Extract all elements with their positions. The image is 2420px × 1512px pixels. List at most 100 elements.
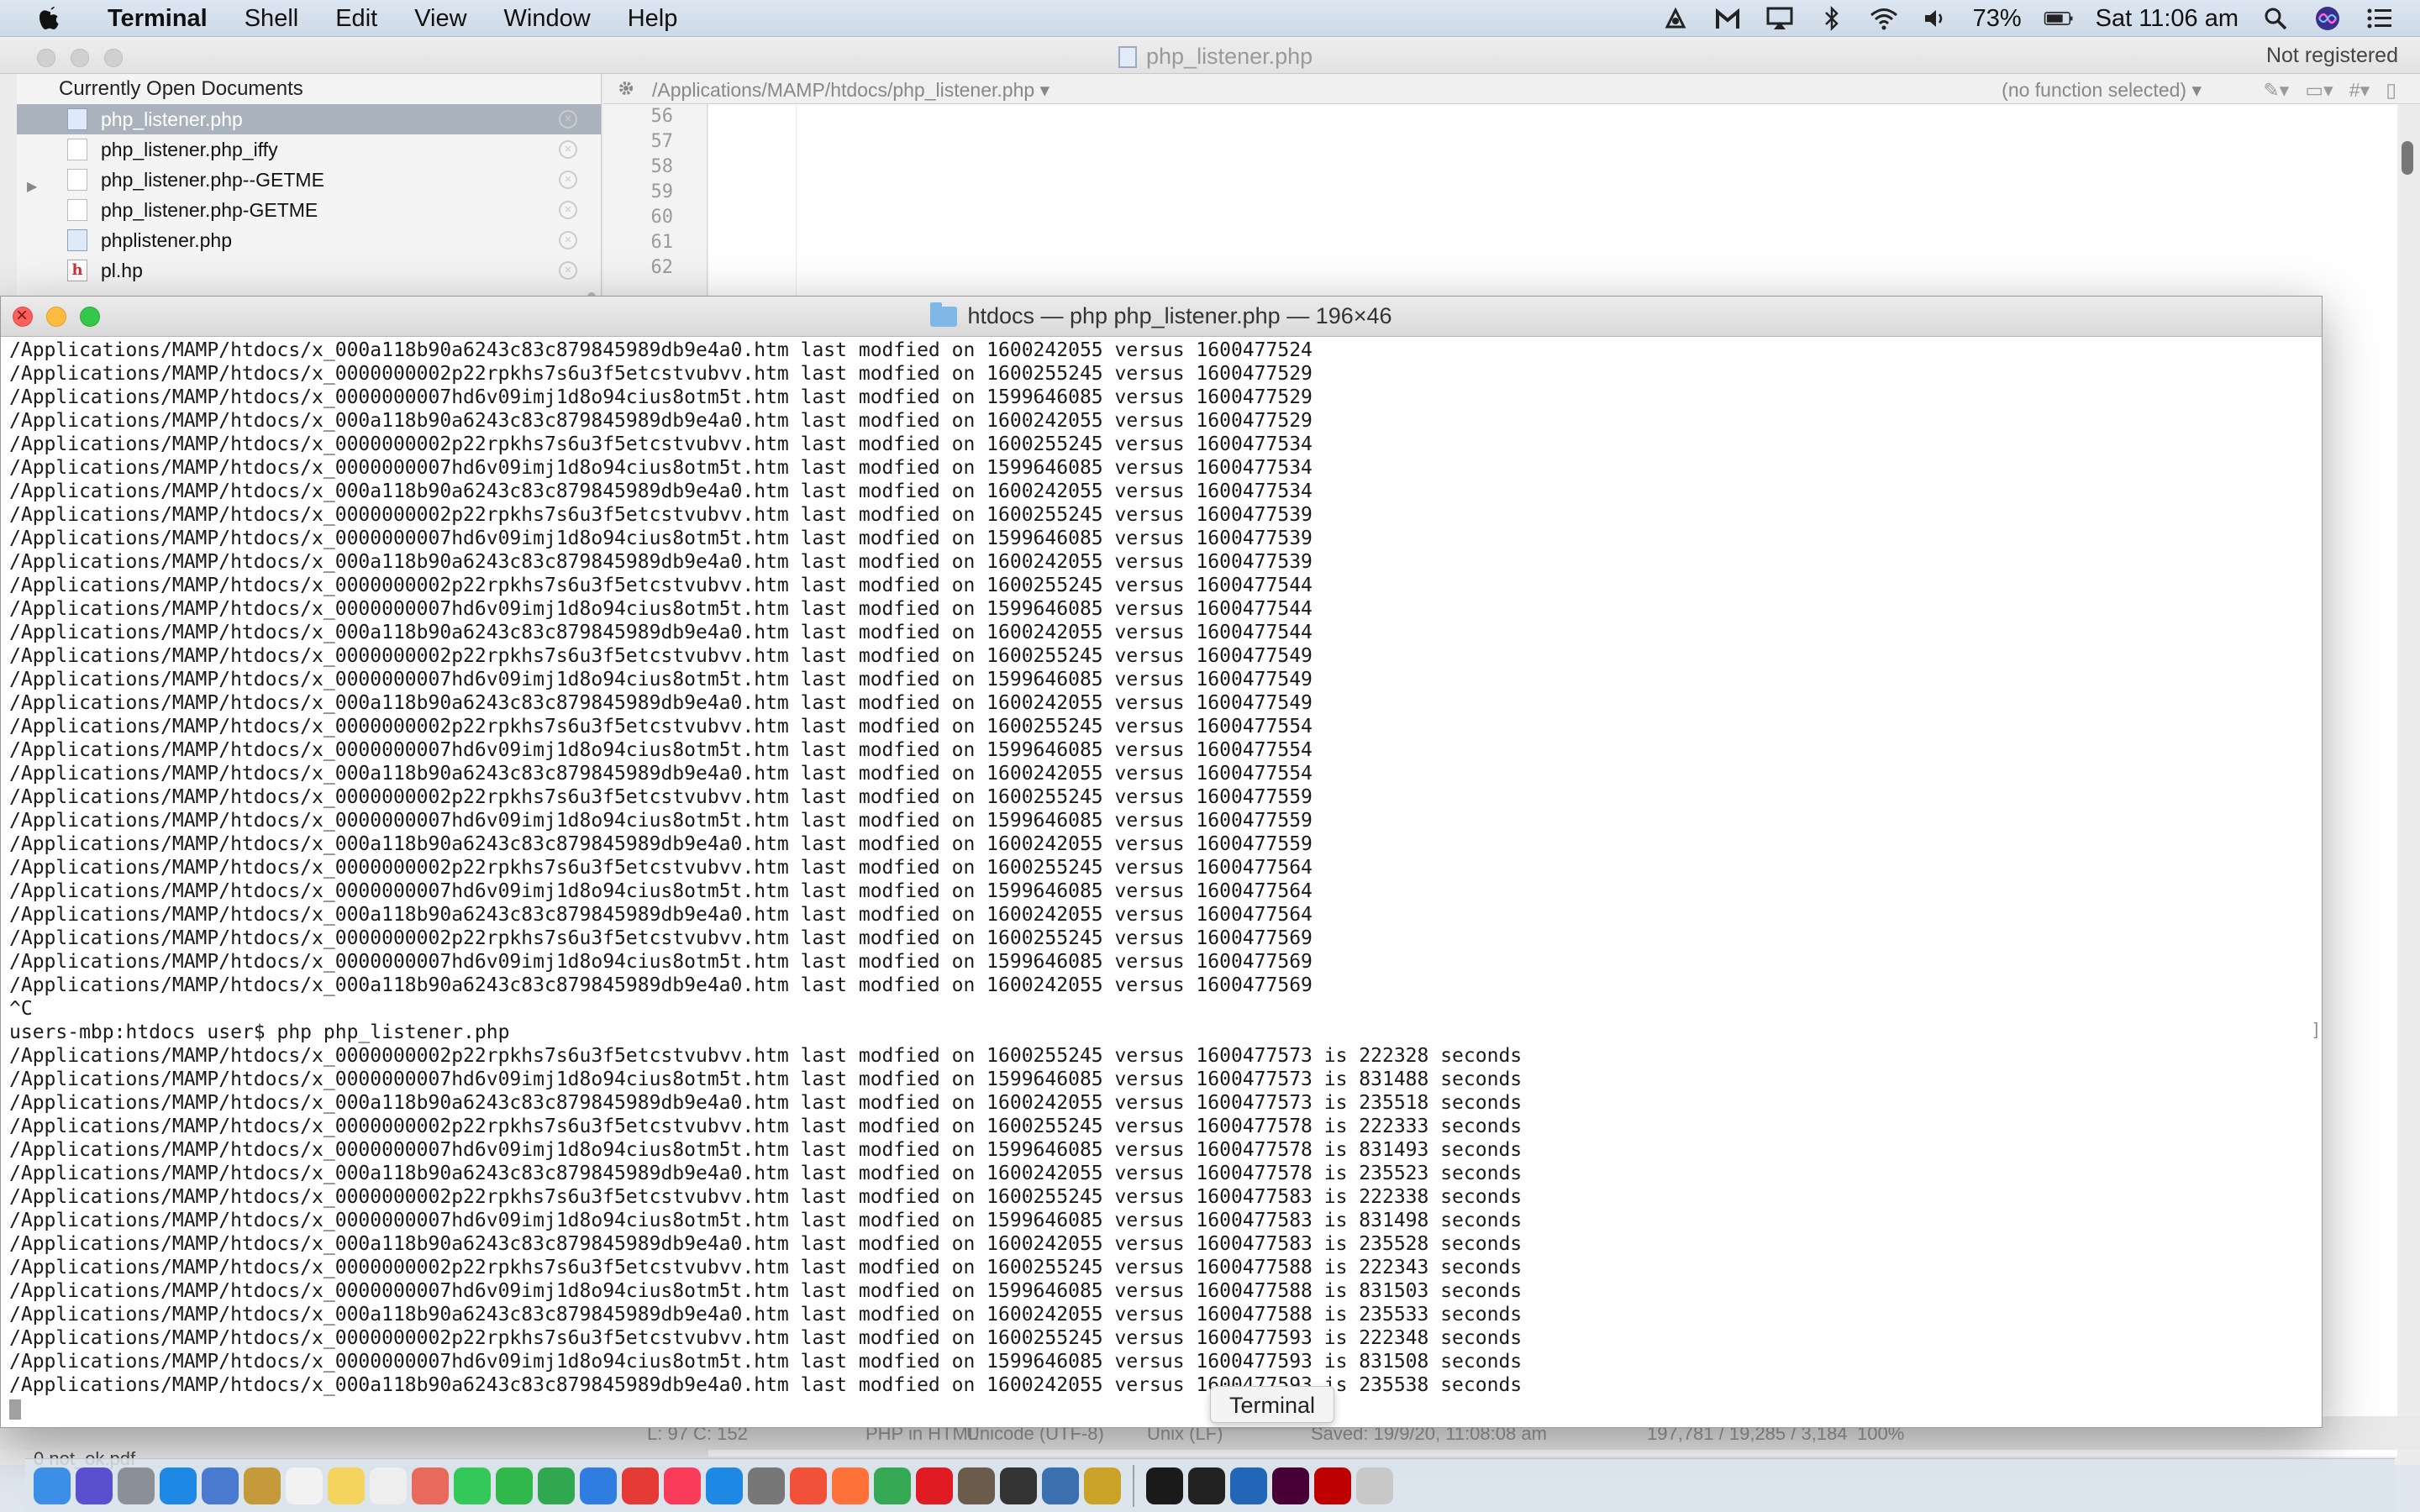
- malwarebytes-icon[interactable]: [1712, 3, 1743, 34]
- calendar-icon[interactable]: [286, 1467, 323, 1504]
- editor-minimize-button[interactable]: [71, 49, 89, 67]
- navbar-tool-icons[interactable]: ✎▾ ▭▾ #▾ ▯: [2263, 79, 2396, 102]
- dock-separator: [1133, 1464, 1134, 1507]
- gimp-icon[interactable]: [958, 1467, 995, 1504]
- php-file-icon: [1118, 45, 1137, 68]
- terminal-line: /Applications/MAMP/htdocs/x_0000000002p2…: [9, 433, 1313, 455]
- facetime-icon[interactable]: [496, 1467, 533, 1504]
- music-icon[interactable]: [664, 1467, 701, 1504]
- siri-icon[interactable]: [2312, 3, 2343, 34]
- chrome-icon[interactable]: [874, 1467, 911, 1504]
- document-item[interactable]: h pl.hp ×: [17, 255, 601, 286]
- terminal-line: /Applications/MAMP/htdocs/x_000a118b90a6…: [9, 551, 1313, 573]
- finder-icon[interactable]: [34, 1467, 71, 1504]
- app-store-icon[interactable]: [706, 1467, 743, 1504]
- xd-icon[interactable]: [1272, 1467, 1309, 1504]
- terminal-line: /Applications/MAMP/htdocs/x_000a118b90a6…: [9, 1374, 1523, 1396]
- editor-title-text: php_listener.php: [1146, 44, 1313, 69]
- terminal-line: /Applications/MAMP/htdocs/x_000a118b90a6…: [9, 1304, 1523, 1326]
- menu-help[interactable]: Help: [609, 0, 697, 37]
- terminal-output[interactable]: /Applications/MAMP/htdocs/x_000a118b90a6…: [9, 339, 2312, 1420]
- function-popup[interactable]: (no function selected) ▾: [2002, 79, 2202, 102]
- terminal-line: /Applications/MAMP/htdocs/x_0000000002p2…: [9, 363, 1313, 385]
- terminal-line: /Applications/MAMP/htdocs/x_0000000002p2…: [9, 1186, 1523, 1208]
- editor-title-bar[interactable]: php_listener.php Not registered: [0, 37, 2420, 74]
- siri-icon[interactable]: [76, 1467, 113, 1504]
- mamp-icon[interactable]: [1042, 1467, 1079, 1504]
- line-number: 56: [650, 106, 674, 127]
- document-item[interactable]: phplistener.php ×: [17, 225, 601, 255]
- editor-scrollbar[interactable]: [2402, 141, 2413, 175]
- terminal-icon[interactable]: [1146, 1467, 1183, 1504]
- editor-zoom-button[interactable]: [104, 49, 123, 67]
- menu-clock[interactable]: Sat 11:06 am: [2096, 5, 2238, 33]
- volume-icon[interactable]: [1921, 3, 1951, 34]
- messages-icon[interactable]: [454, 1467, 491, 1504]
- close-document-icon[interactable]: ×: [559, 201, 577, 219]
- gear-icon[interactable]: [615, 77, 637, 104]
- news-icon[interactable]: [622, 1467, 659, 1504]
- menu-edit[interactable]: Edit: [317, 0, 396, 37]
- php-icon[interactable]: [1000, 1467, 1037, 1504]
- app-menu-terminal[interactable]: Terminal: [89, 0, 226, 37]
- bbedit-icon[interactable]: [1084, 1467, 1121, 1504]
- navigation-bar: /Applications/MAMP/htdocs/php_listener.p…: [603, 74, 2420, 104]
- preview-icon[interactable]: [202, 1467, 239, 1504]
- battery-icon[interactable]: [2044, 3, 2074, 34]
- photos-icon[interactable]: [412, 1467, 449, 1504]
- bluetooth-icon[interactable]: [1817, 3, 1847, 34]
- menu-window[interactable]: Window: [486, 0, 609, 37]
- function-popup-text: (no function selected): [2002, 79, 2187, 101]
- reminders-icon[interactable]: [370, 1467, 407, 1504]
- terminal-line: /Applications/MAMP/htdocs/x_000a118b90a6…: [9, 904, 1313, 926]
- notification-center-icon[interactable]: [2365, 3, 2395, 34]
- editor-close-button[interactable]: [37, 49, 55, 67]
- terminal-cursor: [9, 1399, 21, 1420]
- firefox-icon[interactable]: [832, 1467, 869, 1504]
- terminal-line: /Applications/MAMP/htdocs/x_0000000002p2…: [9, 1327, 1523, 1349]
- system-preferences-icon[interactable]: [748, 1467, 785, 1504]
- launchpad-icon[interactable]: [118, 1467, 155, 1504]
- line-number: 61: [650, 232, 674, 253]
- file-path-popup[interactable]: /Applications/MAMP/htdocs/php_listener.p…: [652, 79, 1050, 102]
- not-registered-label[interactable]: Not registered: [2266, 44, 2398, 68]
- r-icon[interactable]: [1230, 1467, 1267, 1504]
- safari-icon[interactable]: [160, 1467, 197, 1504]
- dock: [25, 1458, 2395, 1512]
- php-file-icon: [67, 229, 87, 251]
- apple-menu-icon[interactable]: [34, 3, 67, 34]
- tool-status-icon[interactable]: [1660, 3, 1691, 34]
- close-document-icon[interactable]: ×: [559, 140, 577, 159]
- document-item[interactable]: php_listener.php ×: [17, 104, 601, 134]
- close-document-icon[interactable]: ×: [559, 171, 577, 189]
- airplay-icon[interactable]: [1765, 3, 1795, 34]
- document-item[interactable]: php_listener.php_iffy ×: [17, 134, 601, 165]
- terminal-title-bar[interactable]: htdocs — php php_listener.php — 196×46: [1, 297, 2322, 337]
- opera-icon[interactable]: [916, 1467, 953, 1504]
- dock-tooltip: Terminal: [1210, 1386, 1335, 1423]
- close-document-icon[interactable]: ×: [559, 110, 577, 129]
- close-document-icon[interactable]: ×: [559, 261, 577, 280]
- terminal-line: /Applications/MAMP/htdocs/x_0000000002p2…: [9, 857, 1313, 879]
- menu-shell[interactable]: Shell: [226, 0, 318, 37]
- spotlight-search-icon[interactable]: [2260, 3, 2291, 34]
- keynote-icon[interactable]: [580, 1467, 617, 1504]
- battery-percent: 73%: [1972, 4, 2022, 32]
- terminal-line: /Applications/MAMP/htdocs/x_0000000007hd…: [9, 457, 1313, 479]
- menu-view[interactable]: View: [396, 0, 485, 37]
- disclosure-triangle-icon[interactable]: ▶: [27, 178, 37, 195]
- sidebar-header: Currently Open Documents: [59, 77, 303, 100]
- inkscape-icon[interactable]: [1188, 1467, 1225, 1504]
- document-item[interactable]: php_listener.php--GETME ×: [17, 165, 601, 195]
- terminal-title-text: htdocs — php php_listener.php — 196×46: [967, 303, 1392, 328]
- stickies-icon[interactable]: [328, 1467, 365, 1504]
- plain-file-icon: [67, 139, 87, 160]
- filezilla-icon[interactable]: [1314, 1467, 1351, 1504]
- document-item[interactable]: php_listener.php-GETME ×: [17, 195, 601, 225]
- swift-icon[interactable]: [790, 1467, 827, 1504]
- numbers-icon[interactable]: [538, 1467, 575, 1504]
- close-document-icon[interactable]: ×: [559, 231, 577, 249]
- wifi-icon[interactable]: [1869, 3, 1899, 34]
- trash-icon[interactable]: [1356, 1467, 1393, 1504]
- notes-icon[interactable]: [244, 1467, 281, 1504]
